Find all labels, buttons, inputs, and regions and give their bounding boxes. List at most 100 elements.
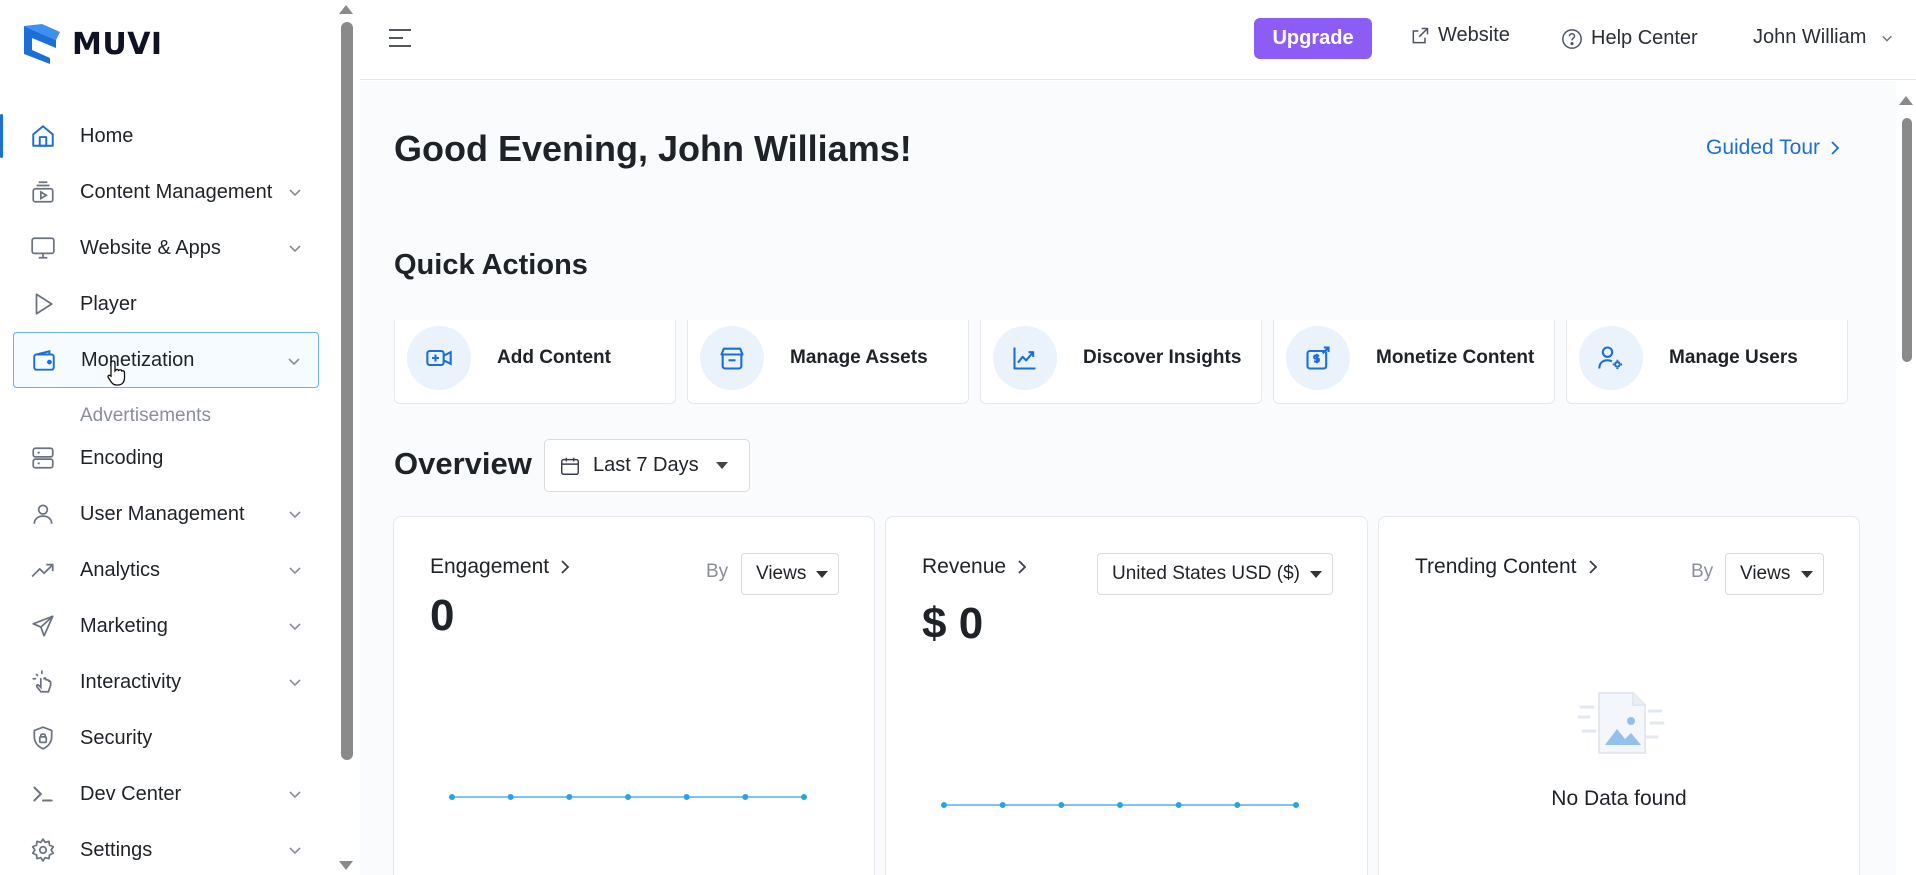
sidebar: MUVI Home Content Management Website & A…: [0, 0, 340, 875]
sidebar-item-encoding[interactable]: Encoding: [13, 430, 319, 486]
data-point: [1293, 802, 1299, 808]
sidebar-item-monetization[interactable]: Monetization: [13, 332, 319, 388]
caret-down-icon: [816, 571, 828, 578]
quick-action-label: Manage Users: [1669, 347, 1798, 368]
data-point: [1058, 802, 1065, 808]
help-center-label: Help Center: [1591, 27, 1698, 49]
tap-icon: [29, 668, 57, 696]
sidebar-item-settings[interactable]: Settings: [13, 822, 319, 875]
brand-logo[interactable]: MUVI: [20, 20, 163, 68]
help-center-link[interactable]: Help Center: [1561, 27, 1698, 50]
mouse-cursor-icon: [107, 360, 126, 386]
data-point: [1175, 802, 1182, 808]
data-point: [999, 802, 1006, 808]
chevron-down-icon: [288, 358, 300, 366]
play-icon: [29, 290, 57, 318]
sidebar-subitem-advertisements[interactable]: Advertisements: [80, 405, 211, 427]
sidebar-item-label: Settings: [80, 838, 153, 861]
trending-metric-value: Views: [1740, 563, 1791, 584]
user-name: John William: [1753, 26, 1867, 48]
external-link-icon: [1412, 27, 1429, 43]
sidebar-item-label: Dev Center: [80, 782, 182, 805]
data-point: [507, 794, 514, 800]
data-point: [801, 794, 807, 800]
quick-action-label: Manage Assets: [790, 347, 928, 368]
sidebar-scrollbar[interactable]: [341, 22, 353, 760]
data-point: [1117, 802, 1123, 808]
currency-value: United States USD ($): [1112, 563, 1300, 584]
shield-icon: [29, 724, 57, 752]
sidebar-item-dev-center[interactable]: Dev Center: [13, 766, 319, 822]
date-range-dropdown[interactable]: Last 7 Days: [544, 439, 750, 492]
sidebar-item-marketing[interactable]: Marketing: [13, 598, 319, 654]
sidebar-item-label: Marketing: [80, 614, 168, 637]
data-point: [683, 794, 690, 800]
chevron-down-icon: [1882, 35, 1893, 42]
chevron-down-icon: [289, 511, 301, 519]
sidebar-item-home[interactable]: Home: [0, 108, 319, 164]
add-video-icon: [407, 326, 471, 390]
chevron-down-icon: [289, 791, 301, 799]
data-point: [625, 794, 631, 800]
user-settings-icon: [1579, 326, 1643, 390]
revenue-value: $ 0: [922, 599, 984, 648]
sidebar-item-content-management[interactable]: Content Management: [13, 164, 319, 220]
sidebar-item-interactivity[interactable]: Interactivity: [13, 654, 319, 710]
upgrade-button[interactable]: Upgrade: [1254, 18, 1372, 59]
help-circle-icon: [1562, 28, 1582, 49]
user-menu[interactable]: John William: [1753, 26, 1894, 49]
monitor-icon: [29, 234, 57, 262]
main-scrollbar[interactable]: [1902, 118, 1912, 362]
guided-tour-link[interactable]: Guided Tour: [1706, 136, 1842, 160]
page-title: Good Evening, John Williams!: [394, 128, 912, 169]
user-icon: [29, 500, 57, 528]
brand-name: MUVI: [72, 26, 163, 62]
gear-icon: [29, 836, 57, 864]
website-link[interactable]: Website: [1410, 24, 1510, 47]
quick-action-label: Discover Insights: [1083, 347, 1242, 368]
engagement-title-link[interactable]: Engagement: [430, 555, 571, 579]
chevron-right-icon: [1588, 560, 1597, 574]
archive-box-icon: [700, 326, 764, 390]
caret-down-icon: [716, 462, 728, 469]
sidebar-item-label: Home: [80, 124, 134, 147]
empty-state-image-icon: [1577, 692, 1665, 754]
calendar-icon: [561, 457, 579, 475]
trending-metric-select[interactable]: Views: [1725, 553, 1824, 595]
sidebar-item-user-management[interactable]: User Management: [13, 486, 319, 542]
date-range-label: Last 7 Days: [593, 454, 699, 476]
website-label: Website: [1438, 24, 1510, 46]
data-point: [566, 794, 573, 800]
sidebar-item-label: Website & Apps: [80, 236, 221, 259]
trending-title: Trending Content: [1415, 555, 1577, 578]
sidebar-scroll-up-arrow[interactable]: [339, 5, 353, 14]
chevron-down-icon: [289, 679, 301, 687]
sidebar-item-label: Encoding: [80, 446, 164, 469]
engagement-title: Engagement: [430, 555, 550, 578]
revenue-title-link[interactable]: Revenue: [922, 555, 1028, 579]
quick-action-manage-assets[interactable]: Manage Assets: [687, 320, 969, 404]
revenue-title: Revenue: [922, 555, 1007, 578]
content-icon: [29, 178, 57, 206]
sidebar-scroll-down-arrow[interactable]: [339, 861, 353, 870]
sidebar-item-analytics[interactable]: Analytics: [13, 542, 319, 598]
trending-content-card: Trending Content By Views No Data found: [1378, 516, 1860, 875]
quick-action-monetize-content[interactable]: Monetize Content: [1273, 320, 1555, 404]
sidebar-item-website-apps[interactable]: Website & Apps: [13, 220, 319, 276]
revenue-chart: [941, 802, 1299, 808]
muvi-logo-icon: [24, 24, 60, 64]
engagement-chart: [449, 794, 807, 800]
main-scroll-up-arrow[interactable]: [1899, 96, 1913, 105]
engagement-metric-select[interactable]: Views: [741, 553, 839, 595]
currency-select[interactable]: United States USD ($): [1097, 553, 1333, 595]
hamburger-menu-icon[interactable]: [388, 28, 412, 48]
trending-title-link[interactable]: Trending Content: [1415, 555, 1599, 579]
home-icon: [29, 122, 57, 150]
quick-action-add-content[interactable]: Add Content: [394, 320, 676, 404]
quick-action-discover-insights[interactable]: Discover Insights: [980, 320, 1262, 404]
engagement-metric-value: Views: [756, 563, 807, 584]
sidebar-item-security[interactable]: Security: [13, 710, 319, 766]
chart-trend-icon: [993, 326, 1057, 390]
sidebar-item-player[interactable]: Player: [13, 276, 319, 332]
quick-action-manage-users[interactable]: Manage Users: [1566, 320, 1848, 404]
